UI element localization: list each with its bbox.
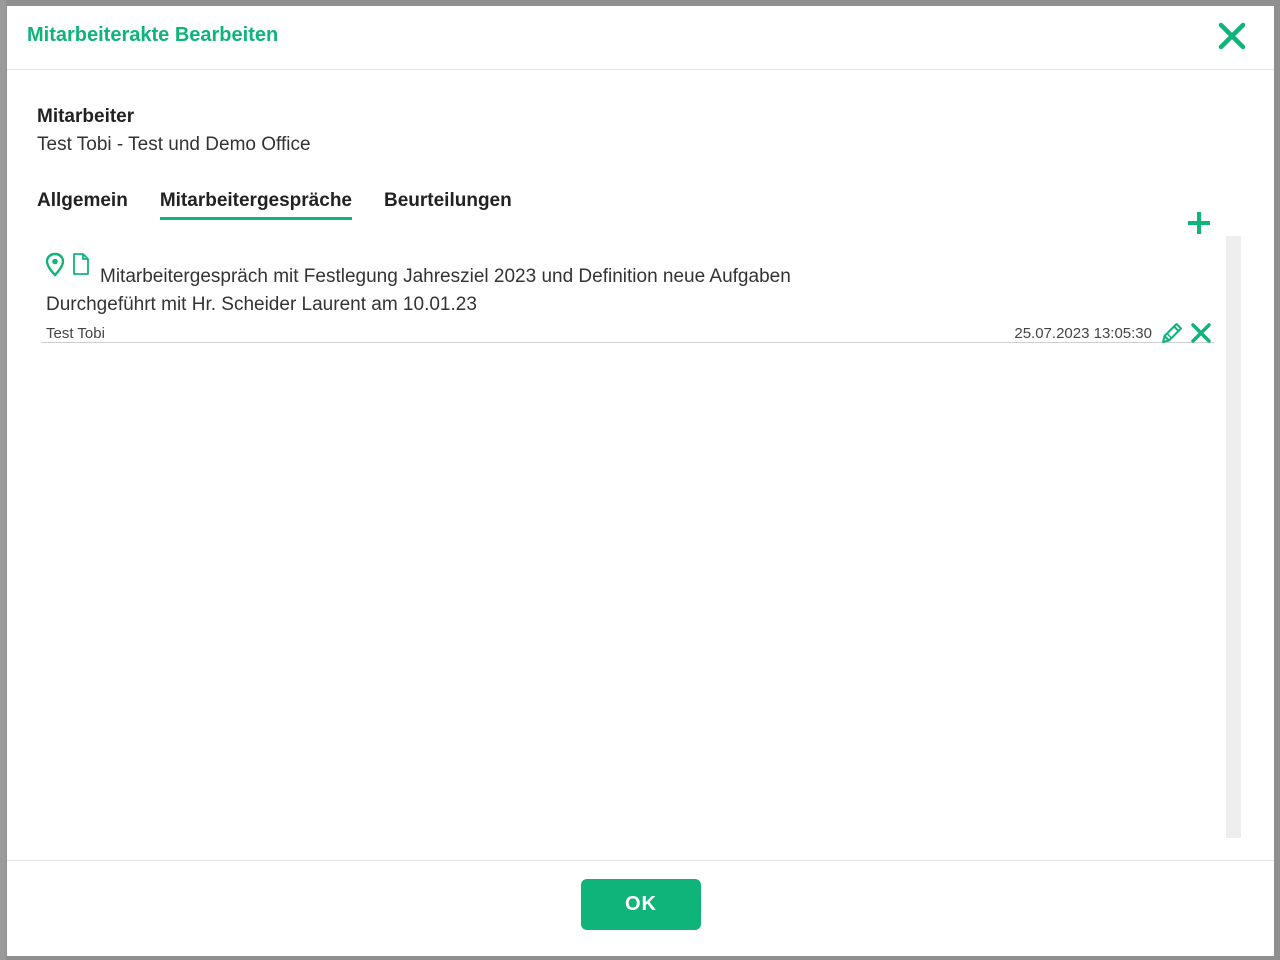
entry-details: Durchgeführt mit Hr. Scheider Laurent am… (46, 294, 477, 315)
ok-button[interactable]: OK (581, 879, 701, 930)
dialog-header: Mitarbeiterakte Bearbeiten (7, 6, 1274, 70)
entry-author: Test Tobi (46, 325, 105, 342)
pencil-icon (1162, 323, 1182, 343)
close-icon (1191, 323, 1211, 343)
map-pin-icon[interactable] (45, 252, 65, 278)
tab-beurteilungen[interactable]: Beurteilungen (384, 190, 512, 220)
entry-title: Mitarbeitergespräch mit Festlegung Jahre… (100, 266, 791, 287)
dialog-footer: OK (7, 860, 1274, 956)
close-button[interactable] (1216, 20, 1248, 52)
close-icon (1218, 22, 1246, 50)
list-item: Mitarbeitergespräch mit Festlegung Jahre… (41, 248, 1215, 343)
backdrop-edge (0, 0, 6, 960)
employee-value: Test Tobi - Test und Demo Office (37, 134, 311, 155)
entry-timestamp: 25.07.2023 13:05:30 (1014, 325, 1152, 342)
tab-mitarbeitergespraeche[interactable]: Mitarbeitergespräche (159, 190, 352, 220)
document-icon[interactable] (71, 252, 91, 276)
edit-employee-record-dialog: Mitarbeiterakte Bearbeiten Mitarbeiter T… (7, 6, 1274, 956)
list-scrollbar[interactable] (1226, 236, 1241, 838)
tab-allgemein[interactable]: Allgemein (37, 190, 128, 220)
delete-entry-button[interactable] (1189, 321, 1213, 345)
entry-icons (45, 252, 91, 278)
plus-icon (1188, 212, 1210, 234)
edit-entry-button[interactable] (1159, 320, 1185, 346)
dialog-title: Mitarbeiterakte Bearbeiten (27, 24, 279, 46)
add-entry-button[interactable] (1184, 208, 1214, 238)
tab-bar: Allgemein Mitarbeitergespräche Beurteilu… (37, 190, 512, 224)
employee-label: Mitarbeiter (37, 106, 135, 127)
conversation-list: Mitarbeitergespräch mit Festlegung Jahre… (41, 236, 1215, 836)
